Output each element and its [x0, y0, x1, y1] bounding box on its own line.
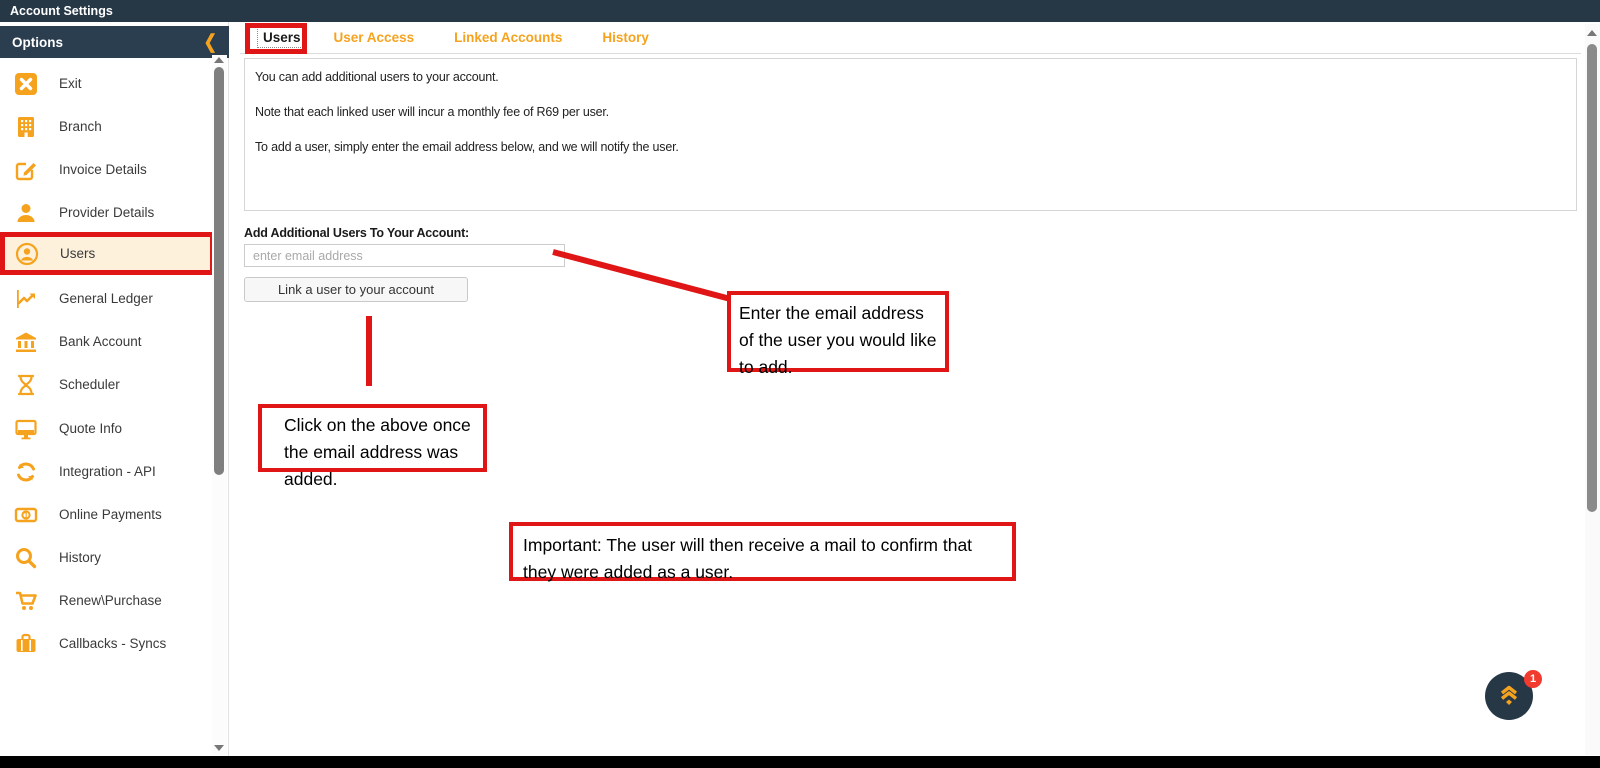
sidebar-item-renew-purchase[interactable]: Renew\Purchase — [0, 579, 212, 622]
users-info-panel: You can add additional users to your acc… — [244, 58, 1577, 211]
sidebar-item-label: History — [59, 550, 102, 565]
sidebar-item-label: Quote Info — [59, 421, 123, 436]
annotation-important-note: Important: The user will then receive a … — [509, 522, 1016, 582]
annotation-email-note: Enter the email address of the user you … — [727, 291, 949, 377]
scroll-down-icon[interactable] — [214, 745, 224, 751]
history-icon — [13, 545, 39, 571]
scheduler-icon — [13, 372, 39, 398]
chevrons-logo-icon — [1500, 685, 1518, 705]
branch-icon — [13, 114, 39, 140]
general-ledger-icon — [13, 286, 39, 312]
online-payments-icon: 1 — [13, 502, 39, 528]
sidebar-options-header[interactable]: Options ❮ — [0, 26, 229, 58]
sidebar-item-label: Users — [60, 246, 96, 261]
sidebar-options-title: Options — [12, 34, 63, 50]
sidebar-item-scheduler[interactable]: Scheduler — [0, 363, 212, 406]
tab-history[interactable]: History — [602, 30, 649, 45]
tab-user-access[interactable]: User Access — [334, 30, 415, 45]
bank-account-icon — [13, 329, 39, 355]
main-scrollbar[interactable] — [1585, 24, 1600, 755]
sidebar-item-label: Scheduler — [59, 377, 120, 392]
bottom-black-bar — [0, 756, 1600, 768]
annotation-click-note: Click on the above once the email addres… — [258, 404, 487, 489]
tab-users[interactable]: Users — [257, 27, 307, 48]
exit-icon — [13, 71, 39, 97]
provider-details-icon — [13, 200, 39, 226]
sidebar-item-bank-account[interactable]: Bank Account — [0, 320, 212, 363]
sidebar-item-label: Bank Account — [59, 334, 142, 349]
sidebar-item-label: Invoice Details — [59, 162, 147, 177]
svg-text:1: 1 — [24, 510, 29, 519]
scroll-up-icon[interactable] — [214, 57, 224, 63]
quote-info-icon — [13, 416, 39, 442]
sidebar-item-label: Online Payments — [59, 507, 162, 522]
renew-purchase-icon — [13, 588, 39, 614]
info-paragraph: Note that each linked user will incur a … — [255, 105, 609, 119]
sidebar-scrollbar[interactable] — [212, 55, 227, 755]
sidebar-item-label: Renew\Purchase — [59, 593, 162, 608]
sidebar-scrollbar-thumb[interactable] — [214, 67, 224, 475]
users-icon — [14, 241, 40, 267]
sidebar-item-users[interactable]: Users — [0, 232, 215, 275]
sidebar-item-history[interactable]: History — [0, 536, 212, 579]
callbacks-syncs-icon — [13, 631, 39, 657]
info-paragraph: You can add additional users to your acc… — [255, 70, 499, 84]
sidebar-item-callbacks-syncs[interactable]: Callbacks - Syncs — [0, 622, 212, 665]
window-title: Account Settings — [10, 4, 113, 18]
scroll-up-icon[interactable] — [1587, 30, 1597, 36]
sidebar-item-invoice-details[interactable]: Invoice Details — [0, 148, 212, 191]
notification-badge[interactable]: 1 — [1524, 670, 1542, 688]
tab-bar: Users User Access Linked Accounts Histor… — [240, 22, 1581, 54]
sidebar-item-provider-details[interactable]: Provider Details — [0, 191, 212, 234]
invoice-details-icon — [13, 157, 39, 183]
sidebar-item-label: Callbacks - Syncs — [59, 636, 167, 651]
integration-api-icon — [13, 459, 39, 485]
sidebar-item-online-payments[interactable]: 1 Online Payments — [0, 493, 212, 536]
sidebar-item-quote-info[interactable]: Quote Info — [0, 407, 212, 450]
link-user-button[interactable]: Link a user to your account — [244, 277, 468, 302]
sidebar-item-label: Integration - API — [59, 464, 156, 479]
add-users-label: Add Additional Users To Your Account: — [244, 226, 470, 240]
sidebar-item-integration-api[interactable]: Integration - API — [0, 450, 212, 493]
sidebar-item-label: Branch — [59, 119, 102, 134]
sidebar-item-label: Provider Details — [59, 205, 155, 220]
main-scrollbar-thumb[interactable] — [1587, 44, 1597, 512]
info-paragraph: To add a user, simply enter the email ad… — [255, 140, 679, 154]
tab-linked-accounts[interactable]: Linked Accounts — [454, 30, 562, 45]
sidebar-item-branch[interactable]: Branch — [0, 105, 212, 148]
email-input[interactable] — [244, 244, 565, 267]
sidebar-item-label: Exit — [59, 76, 82, 91]
collapse-sidebar-icon[interactable]: ❮ — [204, 30, 217, 54]
sidebar-item-general-ledger[interactable]: General Ledger — [0, 277, 212, 320]
sidebar-item-label: General Ledger — [59, 291, 153, 306]
sidebar-item-exit[interactable]: Exit — [0, 62, 212, 105]
top-bar: Account Settings — [0, 0, 1600, 22]
